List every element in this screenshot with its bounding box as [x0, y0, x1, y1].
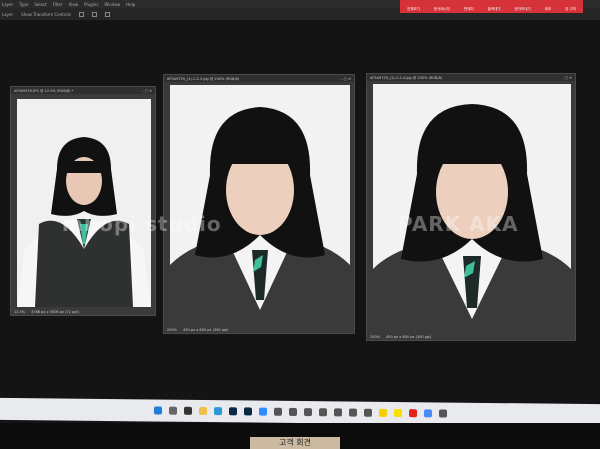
align-icon[interactable]: [78, 11, 84, 17]
youtube-icon[interactable]: [408, 409, 417, 418]
kakaotalk-icon[interactable]: [393, 408, 402, 418]
portrait-photo: [373, 84, 571, 332]
doc-title: AF5A9255.JPG @ 12.5% (RGB/8) *: [14, 88, 74, 93]
edge-icon[interactable]: [213, 407, 222, 416]
app-icon[interactable]: [273, 407, 282, 416]
photoshop2-icon[interactable]: [243, 407, 252, 416]
menu-layer[interactable]: Layer: [2, 2, 13, 7]
photo-canvas: [373, 84, 571, 332]
window-controls[interactable]: – ▢ ✕: [562, 76, 572, 80]
menu-filter[interactable]: Filter: [53, 2, 63, 7]
red-toolbar-item[interactable]: 전체보기: [407, 7, 420, 12]
app-icon[interactable]: [288, 407, 297, 416]
red-toolbar-item[interactable]: 문서메시지: [434, 7, 450, 12]
document-window-2[interactable]: AF5A9729_(1)-1-2-3.jpg @ 200% (RGB/8) – ▢…: [163, 74, 355, 334]
app-icon[interactable]: [333, 408, 342, 417]
zoom-level: 200%: [370, 334, 381, 339]
doc-title: AF5A9729_(1)-1-2-4.jpg @ 200% (RGB/8): [370, 75, 443, 80]
window-controls[interactable]: – ▢ ✕: [341, 77, 351, 81]
zoom-level: 200%: [167, 327, 178, 332]
doc-size: 450 px x 600 px (300 ppi): [183, 327, 229, 332]
red-toolbar-item[interactable]: 판매처: [464, 7, 474, 12]
doc-title: AF5A9729_(1)-1-2-3.jpg @ 200% (RGB/8): [167, 76, 240, 81]
photo-canvas: [17, 99, 151, 307]
show-transform-controls[interactable]: Show Transform Controls: [21, 12, 71, 17]
layer-select[interactable]: Layer: [2, 12, 13, 17]
taskview-icon[interactable]: [183, 406, 192, 415]
explorer-icon[interactable]: [198, 406, 207, 416]
app-icon[interactable]: [363, 408, 372, 417]
menu-type[interactable]: Type: [19, 2, 28, 7]
chrome-icon[interactable]: [423, 409, 432, 418]
window-controls[interactable]: – ▢ ✕: [142, 89, 152, 93]
red-toolbar-item[interactable]: 문자보내기: [515, 7, 531, 12]
kakao-icon[interactable]: [378, 408, 387, 417]
menu-plugins[interactable]: Plugins: [84, 2, 98, 7]
menu-select[interactable]: Select: [34, 2, 46, 7]
windows-icon[interactable]: [153, 406, 162, 415]
doc-size: 3766 px x 5008 px (72 ppi): [31, 309, 79, 314]
watermark: PARK AKA: [398, 212, 519, 236]
menu-view[interactable]: View: [69, 2, 79, 7]
menu-help[interactable]: Help: [126, 2, 135, 7]
zoom-icon[interactable]: [258, 407, 267, 416]
red-toolbar-item[interactable]: 장 고객: [565, 7, 576, 12]
doc-size: 450 px x 600 px (300 ppi): [386, 334, 432, 339]
watermark: mhopi studio: [62, 212, 222, 236]
zoom-level: 12.5%: [14, 309, 26, 314]
distribute-icon[interactable]: [104, 11, 110, 17]
app-icon[interactable]: [438, 409, 447, 418]
sign: 고객 회견: [250, 437, 340, 449]
app-icon[interactable]: [318, 408, 327, 417]
red-toolbar-item[interactable]: 출력대기: [488, 7, 501, 12]
app-icon[interactable]: [348, 408, 357, 417]
align-icon[interactable]: [91, 11, 97, 17]
photoshop-icon[interactable]: [228, 407, 237, 416]
document-window-1[interactable]: AF5A9255.JPG @ 12.5% (RGB/8) * – ▢ ✕ 12.5…: [10, 86, 156, 316]
app-icon[interactable]: [303, 408, 312, 417]
red-toolbar: 전체보기 문서메시지 판매처 출력대기 문자보내기 제조 장 고객: [400, 0, 583, 13]
taskbar: [0, 397, 600, 427]
portrait-photo: [170, 85, 350, 325]
menu-window[interactable]: Window: [104, 2, 120, 7]
search-icon[interactable]: [168, 406, 177, 415]
photo-canvas: [170, 85, 350, 325]
red-toolbar-item[interactable]: 제조: [545, 7, 551, 12]
portrait-photo: [17, 99, 151, 307]
document-window-3[interactable]: AF5A9729_(1)-1-2-4.jpg @ 200% (RGB/8) – ▢…: [366, 73, 576, 341]
